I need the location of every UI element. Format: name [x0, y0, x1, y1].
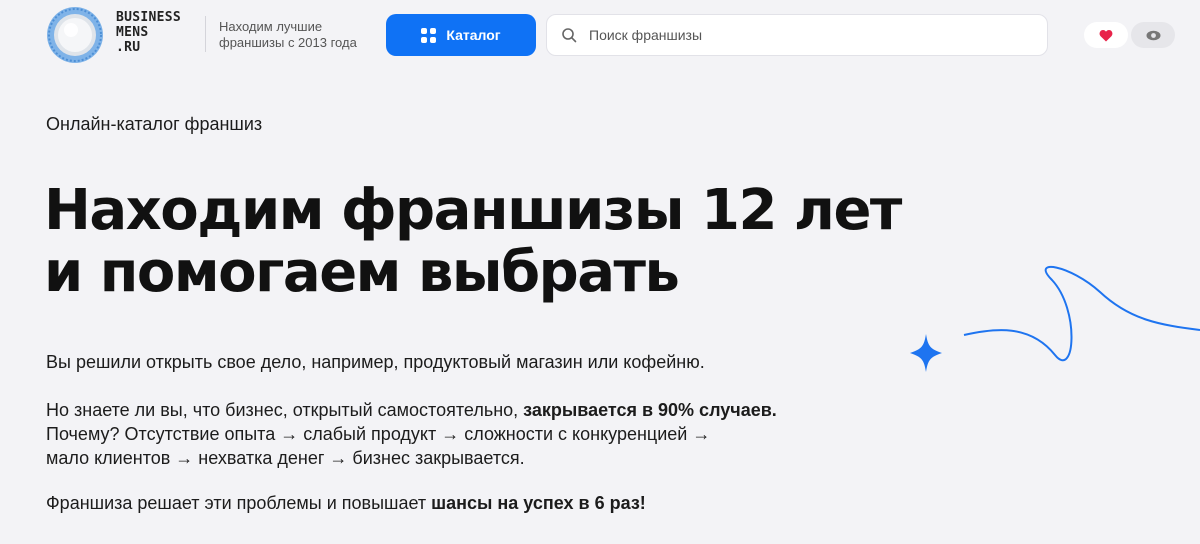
hero-paragraph-3: Франшиза решает эти проблемы и повышает … [46, 491, 866, 515]
eye-icon [1146, 30, 1160, 40]
viewed-button[interactable] [1131, 22, 1175, 48]
hero-paragraph-1: Вы решили открыть свое дело, например, п… [46, 352, 705, 372]
p2-line3: мало клиентов → нехватка денег → бизнес … [46, 448, 525, 468]
headline-line: Находим франшизы 12 лет [44, 178, 902, 243]
search-input[interactable] [589, 27, 1029, 43]
catalog-button[interactable]: Каталог [386, 14, 536, 56]
p2-highlight: закрывается в 90% случаев. [523, 400, 777, 420]
header-tagline: Находим лучшие франшизы с 2013 года [219, 19, 357, 50]
p3-highlight: шансы на успех в 6 раз! [431, 493, 646, 513]
heart-icon [1099, 29, 1113, 41]
favorites-button[interactable] [1084, 22, 1128, 48]
catalog-button-label: Каталог [446, 27, 501, 43]
p2-line2: Почему? Отсутствие опыта → слабый продук… [46, 424, 711, 444]
logo-line: .RU [116, 40, 141, 55]
header-divider [205, 16, 206, 52]
search-icon [562, 28, 577, 43]
decorative-curve [910, 266, 1200, 372]
hero-paragraph-2: Но знаете ли вы, что бизнес, открытый са… [46, 398, 866, 470]
hero-eyebrow: Онлайн-каталог франшиз [46, 114, 263, 134]
logo-seal-icon[interactable] [46, 6, 104, 64]
p2-text: Но знаете ли вы, что бизнес, открытый са… [46, 400, 524, 420]
p3-text: Франшиза решает эти проблемы и повышает [46, 493, 432, 513]
logo-wordmark[interactable]: BUSINESS MENS .RU [116, 10, 181, 55]
grid-icon [421, 27, 437, 43]
search-bar[interactable] [546, 14, 1048, 56]
sparkle-icon [910, 334, 942, 372]
site-header: BUSINESS MENS .RU Находим лучшие франшиз… [0, 0, 1200, 70]
logo-line: MENS [116, 25, 149, 40]
logo-line: BUSINESS [116, 10, 182, 25]
